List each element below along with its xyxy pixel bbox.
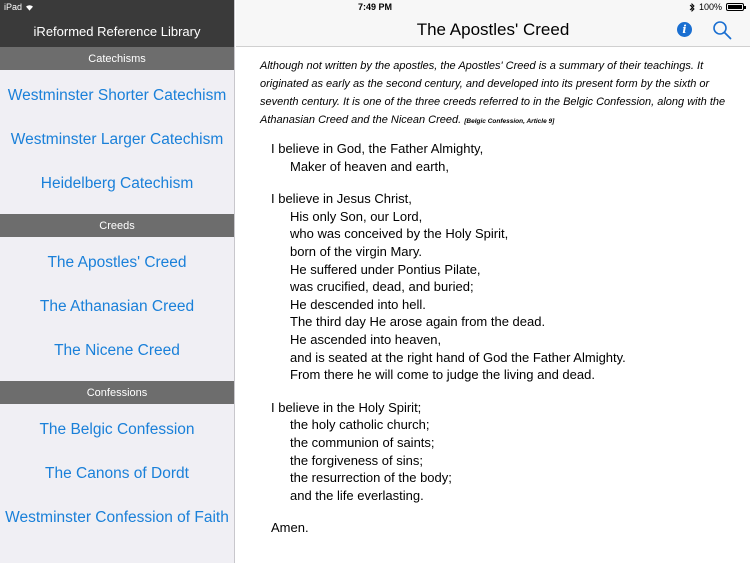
sidebar-item-westminster-larger-catechism[interactable]: Westminster Larger Catechism	[0, 118, 234, 162]
bluetooth-icon	[689, 2, 695, 12]
sidebar-item-nicene-creed[interactable]: The Nicene Creed	[0, 329, 234, 373]
section-header-label: Creeds	[99, 219, 135, 232]
section-header-label: Confessions	[86, 386, 148, 399]
creed-line: who was conceived by the Holy Spirit,	[290, 226, 509, 242]
sidebar-title: iReformed Reference Library	[33, 24, 201, 39]
creed-line: the resurrection of the body;	[290, 470, 452, 486]
creed-line: I believe in God, the Father Almighty,	[271, 141, 484, 156]
sidebar: iReformed Reference Library Catechisms W…	[0, 0, 235, 563]
creed-line: He suffered under Pontius Pilate,	[290, 261, 481, 277]
creed-line: I believe in Jesus Christ,	[271, 191, 412, 207]
creed-line: and is seated at the right hand of God t…	[290, 349, 626, 365]
creed-line: born of the virgin Mary.	[290, 243, 422, 259]
creed-line: was crucified, dead, and buried;	[290, 279, 474, 295]
creed-line: He ascended into heaven,	[290, 331, 442, 347]
stanza: I believe in the Holy Spirit; the holy c…	[271, 399, 741, 505]
creed-line: and the life everlasting.	[290, 487, 424, 503]
section-header-label: Catechisms	[88, 52, 146, 65]
sidebar-item-westminster-confession-of-faith[interactable]: Westminster Confession of Faith	[0, 496, 234, 540]
creed-text: I believe in God, the Father Almighty, M…	[271, 140, 741, 552]
sidebar-item-apostles-creed[interactable]: The Apostles' Creed	[0, 241, 234, 285]
sidebar-item-heidelberg-catechism[interactable]: Heidelberg Catechism	[0, 162, 234, 206]
creed-line: Maker of heaven and earth,	[290, 158, 449, 174]
status-bar: iPad 7:49 PM 100%	[0, 0, 750, 16]
creed-line: Amen.	[271, 520, 309, 536]
stanza: Amen.	[271, 519, 741, 537]
sidebar-item-belgic-confession[interactable]: The Belgic Confession	[0, 408, 234, 452]
creed-line: From there he will come to judge the liv…	[290, 367, 595, 383]
section-creeds: The Apostles' Creed The Athanasian Creed…	[0, 237, 234, 381]
creed-line: His only Son, our Lord,	[290, 208, 423, 224]
section-catechisms: Westminster Shorter Catechism Westminste…	[0, 70, 234, 214]
search-icon[interactable]	[712, 20, 732, 40]
creed-line: the forgiveness of sins;	[290, 452, 423, 468]
creed-line: I believe in the Holy Spirit;	[271, 399, 422, 415]
page-title: The Apostles' Creed	[416, 20, 570, 39]
info-icon[interactable]: i	[677, 22, 692, 37]
intro-paragraph: Although not written by the apostles, th…	[260, 57, 738, 131]
section-header-confessions: Confessions	[0, 381, 234, 404]
citation: [Belgic Confession, Article 9]	[464, 118, 555, 125]
battery-fill	[728, 5, 742, 9]
intro-text: Although not written by the apostles, th…	[260, 60, 726, 126]
stanza: I believe in God, the Father Almighty, M…	[271, 140, 741, 175]
stanza: I believe in Jesus Christ, His only Son,…	[271, 190, 741, 384]
section-header-creeds: Creeds	[0, 214, 234, 237]
sidebar-item-canons-of-dordt[interactable]: The Canons of Dordt	[0, 452, 234, 496]
battery-icon	[726, 3, 746, 11]
sidebar-item-athanasian-creed[interactable]: The Athanasian Creed	[0, 285, 234, 329]
creed-line: He descended into hell.	[290, 296, 426, 312]
battery-percent: 100%	[698, 2, 722, 12]
section-header-catechisms: Catechisms	[0, 47, 234, 70]
creed-line: The third day He arose again from the de…	[290, 314, 546, 330]
creed-line: the holy catholic church;	[290, 417, 430, 433]
status-time: 7:49 PM	[357, 2, 392, 12]
status-right: 100%	[689, 2, 746, 12]
creed-line: the communion of saints;	[290, 434, 435, 450]
sidebar-item-westminster-shorter-catechism[interactable]: Westminster Shorter Catechism	[0, 74, 234, 118]
section-confessions: The Belgic Confession The Canons of Dord…	[0, 404, 234, 548]
main-content: The Apostles' Creed i Although not writt…	[236, 0, 750, 563]
